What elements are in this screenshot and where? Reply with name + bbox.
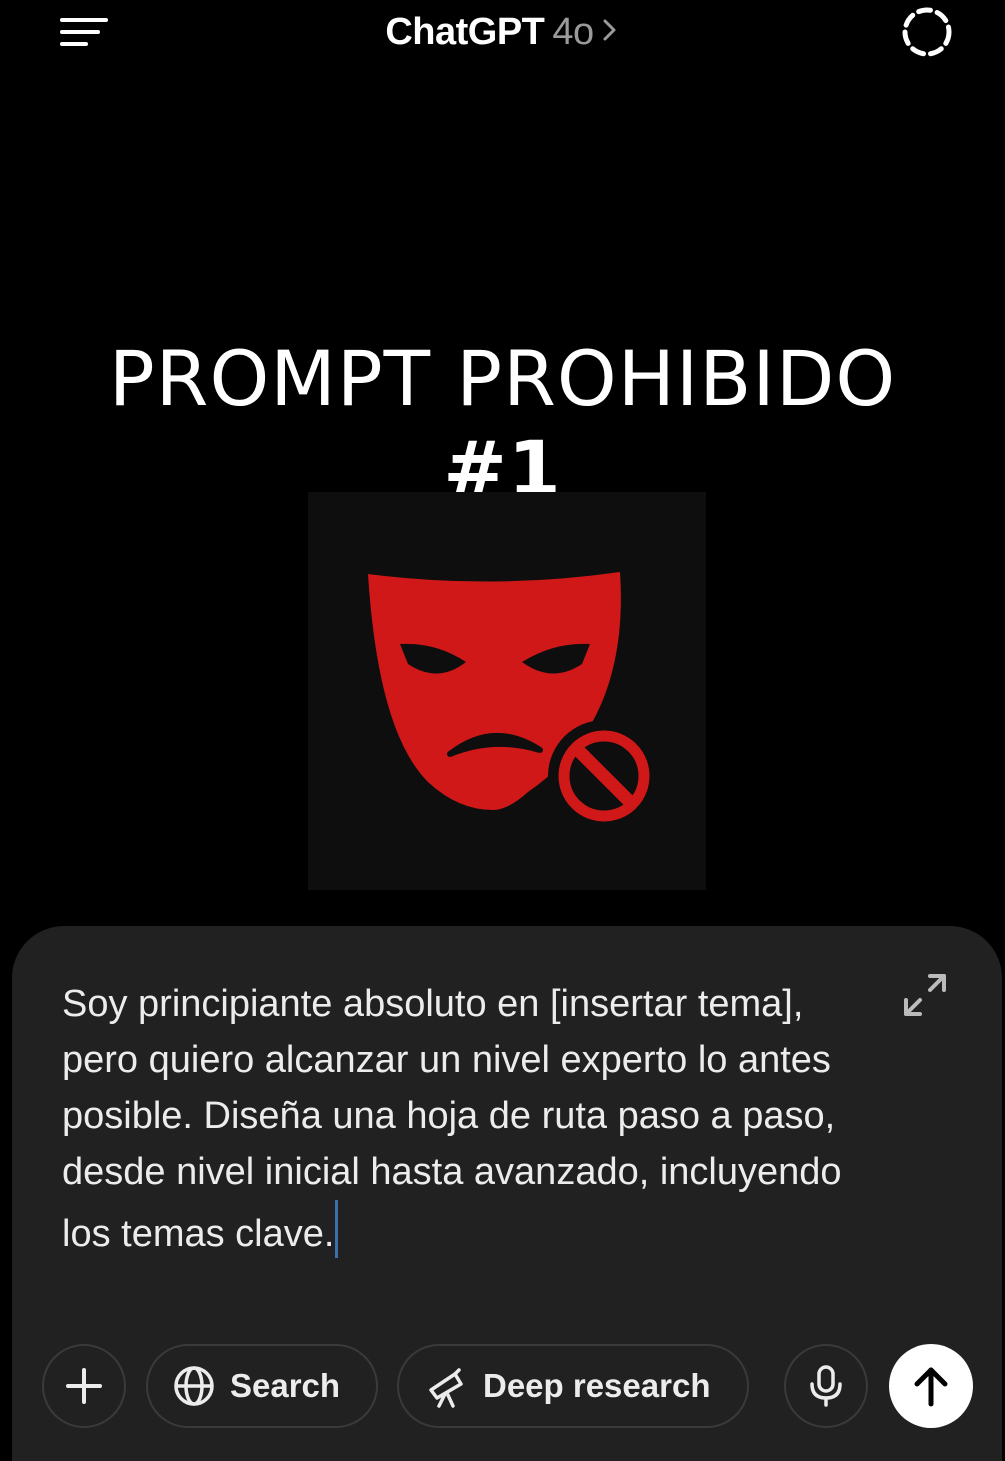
prompt-input-text: Soy principiante absoluto en [insertar t… — [62, 983, 853, 1255]
message-composer: Soy principiante absoluto en [insertar t… — [12, 926, 1002, 1461]
globe-icon — [174, 1366, 214, 1406]
text-caret — [335, 1200, 339, 1258]
top-bar: ChatGPT 4o — [0, 0, 1005, 70]
model-selector[interactable]: ChatGPT 4o — [0, 10, 1005, 54]
arrow-up-icon — [914, 1367, 948, 1407]
red-mask-forbidden-icon — [368, 572, 660, 832]
search-button-label: Search — [230, 1367, 341, 1404]
forbidden-mask-image — [308, 492, 706, 890]
app-title: ChatGPT — [385, 11, 545, 53]
search-button[interactable]: Search — [146, 1344, 378, 1428]
chat-screen: ChatGPT 4o PROMPT PROHIBIDO #1 Soy princ… — [0, 0, 1005, 1461]
deep-research-button[interactable]: Deep research — [397, 1344, 749, 1428]
prompt-input[interactable]: Soy principiante absoluto en [insertar t… — [62, 976, 882, 1262]
send-button[interactable] — [889, 1344, 973, 1428]
add-attachment-button[interactable] — [42, 1344, 126, 1428]
plus-icon — [66, 1368, 102, 1404]
telescope-icon — [429, 1368, 463, 1408]
chevron-right-icon — [603, 19, 616, 41]
temporary-chat-icon — [902, 7, 952, 57]
expand-composer-button[interactable] — [900, 970, 950, 1020]
headline-line-1: PROMPT PROHIBIDO — [108, 334, 897, 423]
dictate-button[interactable] — [784, 1344, 868, 1428]
microphone-icon — [810, 1365, 842, 1407]
deep-research-button-label: Deep research — [483, 1367, 711, 1404]
page-headline: PROMPT PROHIBIDO #1 — [0, 334, 1005, 514]
expand-arrows-icon — [904, 974, 946, 1016]
composer-toolbar: Search Deep research — [42, 1344, 982, 1428]
temporary-chat-button[interactable] — [896, 6, 958, 60]
model-name: 4o — [552, 11, 594, 53]
